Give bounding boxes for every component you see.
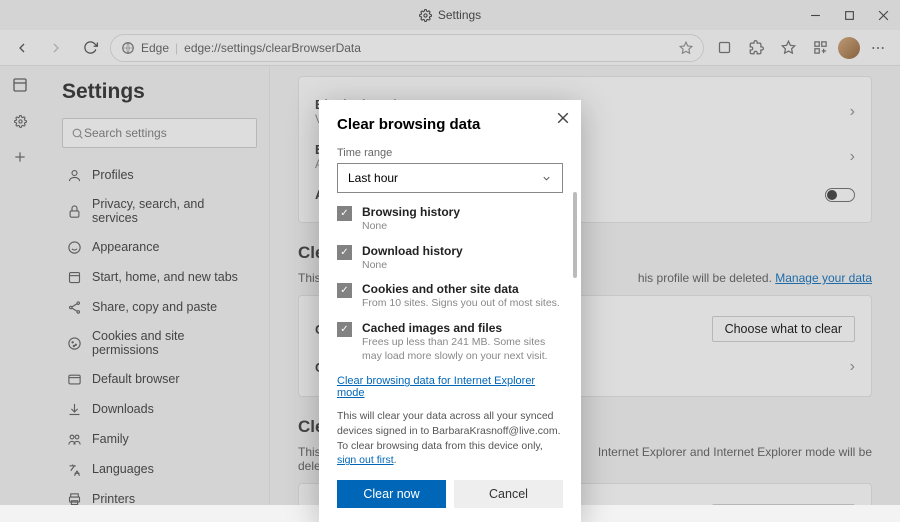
clear-ie-mode-link[interactable]: Clear browsing data for Internet Explore… [337, 375, 563, 399]
time-range-label: Time range [337, 147, 563, 159]
clear-option-title: Browsing history [362, 205, 460, 219]
clear-option-title: Cookies and other site data [362, 282, 560, 296]
clear-option-3[interactable]: ✓ Cached images and filesFrees up less th… [337, 321, 563, 363]
clear-now-button[interactable]: Clear now [337, 480, 446, 508]
checkbox-icon[interactable]: ✓ [337, 283, 352, 298]
sign-out-link[interactable]: sign out first [337, 454, 394, 466]
dialog-sync-note: This will clear your data across all you… [337, 409, 563, 468]
clear-option-title: Cached images and files [362, 321, 563, 335]
clear-option-sub: From 10 sites. Signs you out of most sit… [362, 297, 560, 311]
dialog-scrollbar[interactable] [573, 192, 577, 278]
dialog-title: Clear browsing data [337, 116, 563, 133]
checkbox-icon[interactable]: ✓ [337, 322, 352, 337]
time-range-value: Last hour [348, 171, 398, 185]
clear-option-2[interactable]: ✓ Cookies and other site dataFrom 10 site… [337, 282, 563, 311]
clear-browsing-data-dialog: Clear browsing data Time range Last hour… [319, 100, 581, 522]
close-dialog-button[interactable] [553, 108, 573, 128]
checkbox-icon[interactable]: ✓ [337, 245, 352, 260]
clear-option-1[interactable]: ✓ Download historyNone [337, 244, 563, 273]
clear-option-sub: None [362, 220, 460, 234]
cancel-button[interactable]: Cancel [454, 480, 563, 508]
time-range-select[interactable]: Last hour [337, 163, 563, 193]
clear-option-sub: None [362, 259, 463, 273]
clear-option-title: Download history [362, 244, 463, 258]
clear-option-0[interactable]: ✓ Browsing historyNone [337, 205, 563, 234]
checkbox-icon[interactable]: ✓ [337, 206, 352, 221]
clear-option-sub: Frees up less than 241 MB. Some sites ma… [362, 336, 563, 363]
chevron-down-icon [541, 173, 552, 184]
